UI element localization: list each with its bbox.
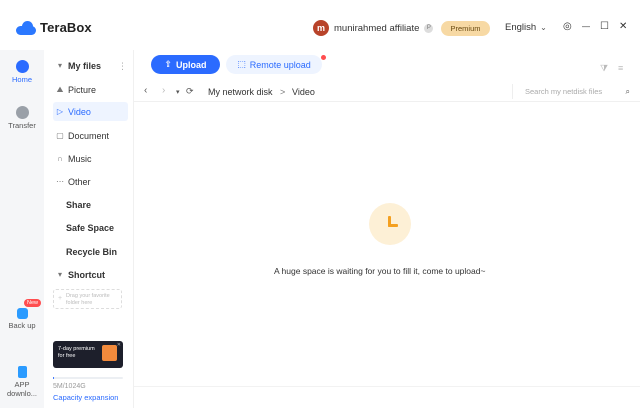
search-icon[interactable]: ⌕ (626, 84, 630, 99)
capacity-expansion-link[interactable]: Capacity expansion (53, 393, 118, 402)
sidebar-item-my-files[interactable]: ▾ My files (53, 56, 128, 75)
shortcut-drop-zone[interactable]: + Drag your favorite folder here (53, 289, 122, 309)
drag-hint: Drag your favorite folder here (66, 293, 110, 306)
sidebar-label-video: Video (68, 106, 91, 117)
avatar[interactable]: m (313, 20, 329, 36)
sidebar-label-other: Other (68, 176, 91, 187)
upload-label: Upload (176, 59, 207, 70)
notification-dot (321, 55, 326, 60)
filter-icon[interactable]: ⧩ (600, 63, 608, 74)
sidebar-item-video[interactable]: ▷ Video (53, 102, 128, 121)
minimize-button[interactable]: — (582, 22, 590, 32)
sidebar-label-shortcut: Shortcut (68, 269, 105, 280)
phone-icon (17, 366, 27, 378)
plus-icon: + (58, 295, 63, 302)
rail-app-label: APP (14, 380, 30, 389)
upload-button[interactable]: ⇪ Upload (151, 55, 220, 74)
picture-icon: ⛰ (56, 84, 64, 94)
app-name: TeraBox (40, 20, 92, 35)
rail-transfer-label: Transfer (8, 121, 36, 130)
breadcrumb-current: Video (292, 87, 315, 97)
other-icon: ⋯ (56, 177, 64, 186)
history-dropdown-icon[interactable]: ▾ (176, 88, 180, 98)
sidebar-item-share[interactable]: Share (63, 195, 138, 214)
left-rail: Home Transfer New Back up APP downlo... (0, 50, 44, 408)
breadcrumb-separator: > (280, 87, 286, 97)
gift-icon (102, 345, 117, 361)
close-icon[interactable]: ✕ (117, 342, 121, 349)
sidebar-label-my-files: My files (68, 60, 102, 71)
rail-app-download[interactable]: APP downlo... (0, 366, 44, 398)
video-icon: ▷ (56, 107, 64, 116)
forward-icon[interactable]: › (162, 86, 165, 96)
language-selector[interactable]: English ⌄ (505, 22, 547, 33)
remote-upload-label: Remote upload (249, 59, 311, 70)
sidebar-item-music[interactable]: ∩ Music (53, 149, 128, 168)
more-icon[interactable]: ⋮ (118, 61, 127, 72)
chevron-down-icon: ⌄ (540, 23, 547, 32)
breadcrumb-root[interactable]: My network disk (208, 87, 273, 97)
storage-progress-bar (53, 377, 123, 379)
backup-icon (16, 308, 28, 319)
empty-state-clock-icon (369, 203, 411, 245)
document-icon: ▢ (56, 131, 64, 140)
remote-upload-icon: ⬚ (237, 59, 246, 69)
rail-backup-label: Back up (8, 321, 36, 330)
collapse-icon: ▾ (57, 61, 62, 70)
storage-usage-text: 5M/1024G (53, 383, 86, 390)
sidebar-label-music: Music (68, 153, 92, 164)
close-button[interactable]: ✕ (619, 22, 627, 32)
title-bar: TeraBox m munirahmed affiliate P Premium… (0, 0, 640, 50)
settings-icon[interactable]: ◎ (563, 22, 572, 32)
sidebar-label-document: Document (68, 130, 110, 141)
sidebar-item-other[interactable]: ⋯ Other (53, 172, 128, 191)
cloud-logo-icon (16, 20, 36, 35)
collapse-icon: ▾ (57, 270, 62, 279)
list-view-icon[interactable]: ≡ (618, 63, 623, 73)
back-icon[interactable]: ‹ (144, 86, 147, 96)
premium-button[interactable]: Premium (441, 21, 490, 36)
premium-promo-banner[interactable]: 7-day premium for free ✕ (53, 341, 123, 368)
search-placeholder: Search my netdisk files (525, 87, 603, 96)
search-input[interactable]: Search my netdisk files ⌕ (512, 84, 636, 99)
divider (134, 386, 640, 387)
home-cloud-icon (15, 60, 29, 73)
rail-app-label-2: downlo... (6, 389, 38, 398)
sidebar-label-picture: Picture (68, 84, 97, 95)
sidebar-item-document[interactable]: ▢ Document (53, 126, 128, 145)
sidebar-item-safe-space[interactable]: Safe Space (63, 218, 138, 237)
sidebar-item-recycle-bin[interactable]: Recycle Bin (63, 242, 138, 261)
vip-status-icon: P (424, 23, 434, 33)
empty-state-message: A huge space is waiting for you to fill … (274, 266, 486, 276)
user-profile[interactable]: m munirahmed affiliate P (313, 20, 434, 36)
username[interactable]: munirahmed affiliate (334, 23, 419, 34)
headphones-icon: ∩ (57, 154, 63, 163)
rail-transfer[interactable]: Transfer (0, 106, 44, 130)
new-badge: New (24, 299, 42, 307)
remote-upload-button[interactable]: ⬚ Remote upload (226, 55, 322, 74)
rail-home[interactable]: Home (0, 60, 44, 84)
storage-progress-fill (53, 377, 55, 379)
transfer-icon (15, 106, 29, 119)
refresh-icon[interactable]: ⟳ (186, 86, 194, 96)
terabox-logo: TeraBox (16, 20, 92, 35)
language-label: English (505, 22, 537, 33)
rail-backup[interactable]: New Back up (0, 299, 44, 330)
upload-icon: ⇪ (164, 59, 173, 69)
maximize-button[interactable]: ☐ (600, 22, 609, 32)
sidebar-item-picture[interactable]: ⛰ Picture (53, 80, 128, 99)
rail-home-label: Home (11, 75, 32, 84)
sidebar-item-shortcut[interactable]: ▾ Shortcut (53, 265, 128, 284)
